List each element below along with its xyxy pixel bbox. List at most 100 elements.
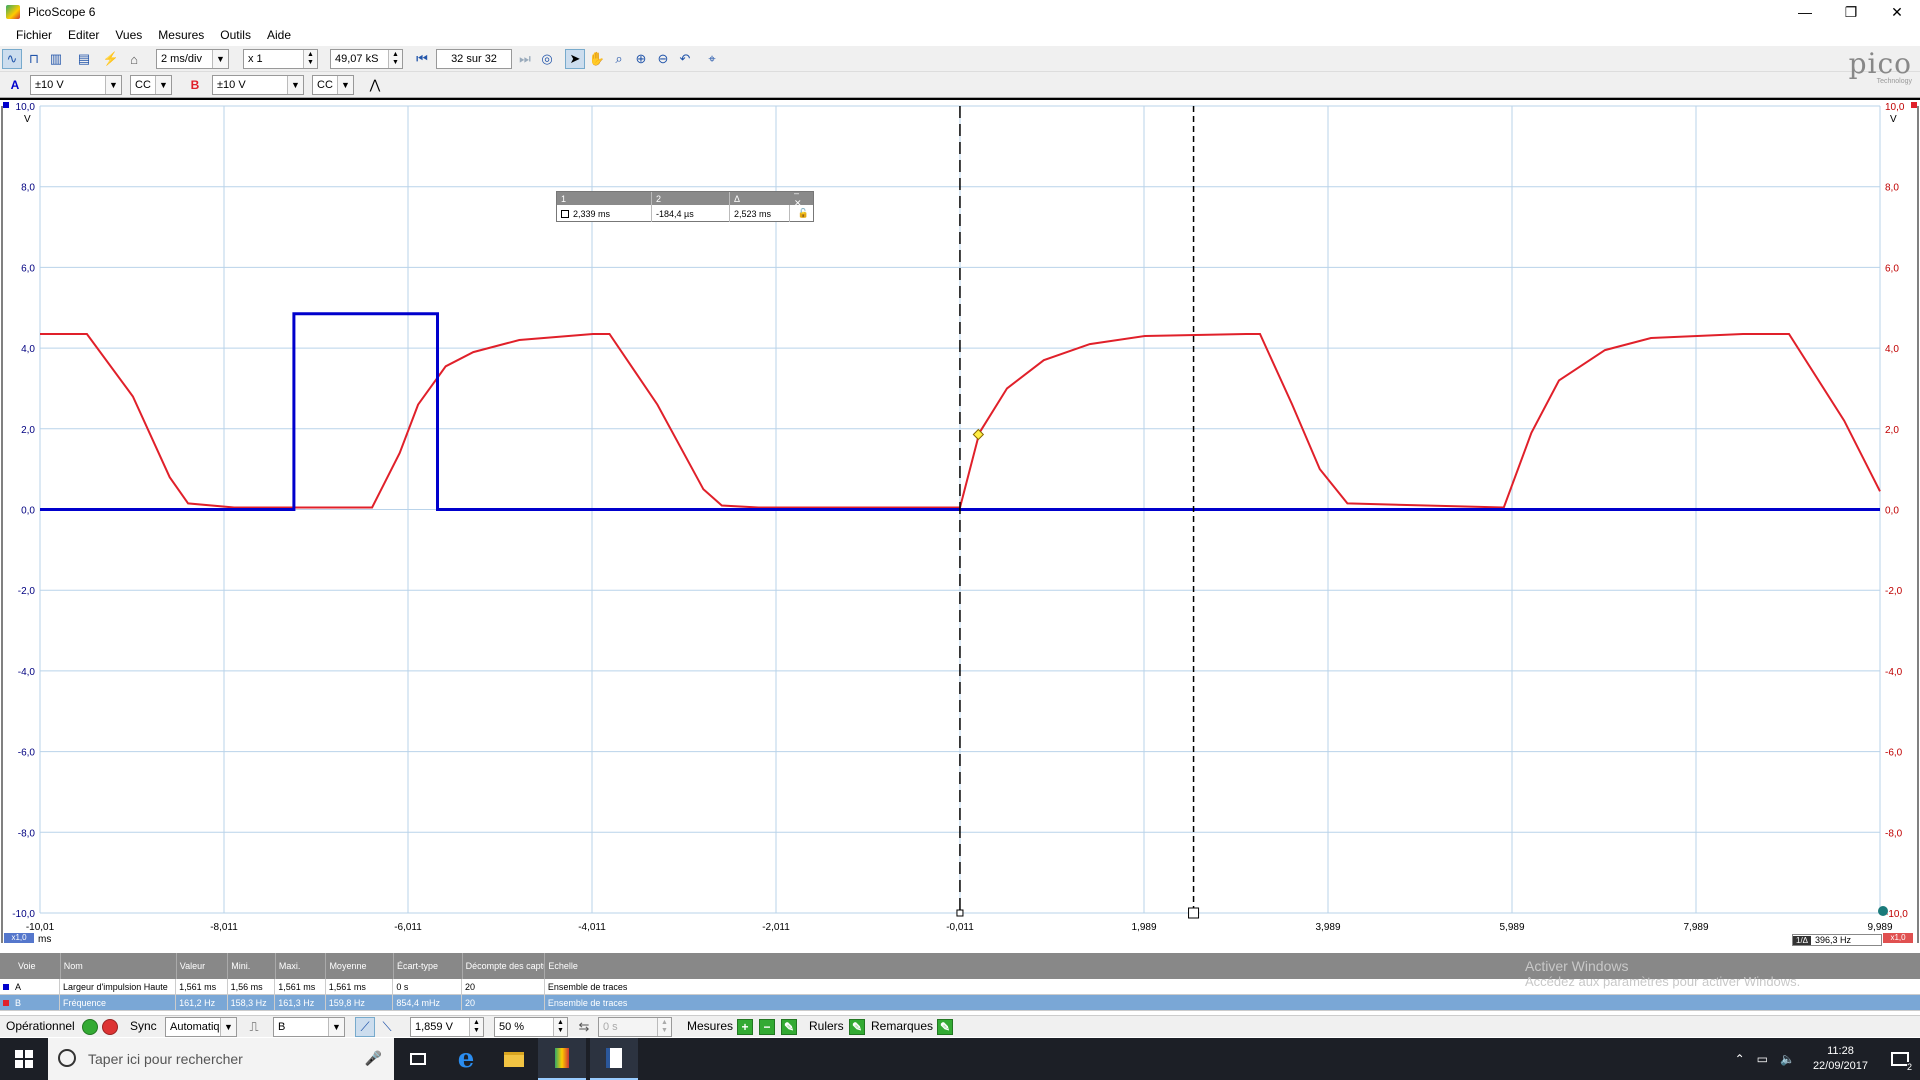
microphone-icon: 🎤 (364, 1050, 382, 1066)
spin-arrows-icon[interactable]: ▲ ▼ (303, 50, 317, 68)
trigger-settings-icon[interactable]: ⎍ (244, 1017, 264, 1037)
channel-options-icon[interactable]: ⋀ (365, 75, 385, 95)
x-tick-label: 7,989 (1683, 922, 1708, 933)
spectrum-alt-icon[interactable]: ▤ (74, 49, 94, 69)
chevron-down-icon[interactable]: ▼ (212, 50, 228, 68)
picoscope-taskbar-icon[interactable] (538, 1038, 586, 1080)
zoom-out-icon[interactable]: ⊖ (653, 49, 673, 69)
zoom-fit-icon[interactable]: ⌖ (702, 49, 722, 69)
spin-arrows-icon[interactable]: ▲ ▼ (388, 50, 402, 68)
trigger-channel-select[interactable]: B ▼ (273, 1017, 345, 1037)
tooltip-close-icon[interactable]: – ✕ (790, 188, 812, 208)
remove-measure-button[interactable]: − (759, 1019, 775, 1035)
delay-field[interactable]: 0 s ▲ ▼ (598, 1017, 672, 1037)
ruler-2-handle (1188, 907, 1200, 919)
scope-view[interactable]: 10,0 8,0 6,0 4,0 2,0 0,0 -2,0 -4,0 -6,0 -8,0 -10,0… (0, 98, 1920, 953)
taskbar-search-box[interactable]: Taper ici pour rechercher 🎤 (48, 1038, 394, 1080)
chevron-down-icon[interactable]: ▼ (220, 1018, 236, 1036)
volume-icon[interactable]: 🔈 (1780, 1052, 1795, 1066)
home-icon[interactable]: ⌂ (124, 49, 144, 69)
chevron-down-icon[interactable]: ▼ (287, 76, 303, 94)
chevron-down-icon[interactable]: ▼ (328, 1018, 344, 1036)
delay-icon[interactable]: ⇆ (574, 1017, 594, 1037)
trigger-level-field[interactable]: 1,859 V ▲ ▼ (410, 1017, 484, 1037)
notes-button[interactable]: ✎ (937, 1019, 953, 1035)
auto-setup-icon[interactable]: ⚡ (101, 49, 121, 69)
y-tick-label-left: 4,0 (21, 344, 35, 355)
menu-editer[interactable]: Editer (60, 24, 107, 46)
timebase-select[interactable]: 2 ms/div ▼ (156, 49, 229, 69)
ruler-2-header: 2 (652, 192, 730, 205)
menu-mesures[interactable]: Mesures (150, 24, 212, 46)
x-scale-badge[interactable]: x1,0 (4, 933, 34, 943)
undo-zoom-icon[interactable]: ↶ (675, 49, 695, 69)
ruler-square-icon (561, 209, 569, 218)
y-tick-label-left: 10,0 (16, 102, 36, 113)
right-axis-unit: V (1890, 114, 1897, 125)
right-scale-badge[interactable]: x1,0 (1883, 933, 1913, 943)
sync-label: Sync (130, 1019, 157, 1033)
rulers-button[interactable]: ✎ (849, 1019, 865, 1035)
channel-a-range-select[interactable]: ±10 V ▼ (30, 75, 122, 95)
next-capture-icon[interactable]: ⏭ (515, 49, 535, 69)
status-label: Opérationnel (6, 1019, 75, 1033)
measures-label: Mesures (687, 1019, 734, 1033)
table-row[interactable]: B Fréquence 161,2 Hz 158,3 Hz 161,3 Hz 1… (0, 995, 1920, 1011)
stop-capture-button[interactable] (102, 1019, 118, 1035)
add-measure-button[interactable]: + (737, 1019, 753, 1035)
menu-aide[interactable]: Aide (259, 24, 299, 46)
sync-mode-select[interactable]: Automatiq ▼ (165, 1017, 237, 1037)
chevron-up-icon[interactable]: ⌃ (1735, 1052, 1745, 1066)
file-explorer-icon[interactable] (490, 1038, 538, 1080)
minimize-button[interactable]: — (1782, 0, 1828, 24)
y-tick-label-right: 4,0 (1885, 344, 1899, 355)
channel-a-coupling-select[interactable]: CC ▼ (130, 75, 172, 95)
start-capture-button[interactable] (82, 1019, 98, 1035)
pretrigger-field[interactable]: 50 % ▲ ▼ (494, 1017, 568, 1037)
lock-icon[interactable]: 🔓 (790, 205, 812, 222)
document-icon[interactable] (590, 1038, 638, 1080)
freq-badge: 1/Δ (1793, 935, 1812, 945)
y-tick-label-left: 2,0 (21, 425, 35, 436)
chevron-down-icon[interactable]: ▼ (337, 76, 353, 94)
pointer-icon[interactable]: ➤ (565, 49, 585, 69)
spin-arrows-icon[interactable]: ▲ ▼ (553, 1018, 567, 1036)
first-capture-icon[interactable]: ⏮ (412, 49, 432, 69)
menu-vues[interactable]: Vues (107, 24, 150, 46)
menu-fichier[interactable]: Fichier (8, 24, 60, 46)
hand-icon[interactable]: ✋ (587, 49, 607, 69)
scope-graph[interactable]: 10,08,06,04,02,00,0-2,0-4,0-6,0-8,0-10,0… (0, 98, 1920, 953)
spin-arrows-icon[interactable]: ▲ ▼ (657, 1018, 671, 1036)
channel-b-label[interactable]: B (184, 75, 206, 95)
ruler-measure-tooltip[interactable]: 1 2 Δ – ✕ 2,339 ms -184,4 µs 2,523 ms 🔓 (556, 188, 814, 222)
clock[interactable]: 11:28 22/09/2017 (1813, 1044, 1868, 1074)
persistence-mode-icon[interactable]: ⊓ (24, 49, 44, 69)
notifications-icon[interactable]: 2 (1880, 1038, 1920, 1080)
channel-b-range-select[interactable]: ±10 V ▼ (212, 75, 304, 95)
zoom-in-icon[interactable]: ⊕ (631, 49, 651, 69)
falling-edge-icon[interactable]: ⟍ (377, 1017, 397, 1037)
task-view-icon[interactable] (394, 1038, 442, 1080)
chevron-down-icon[interactable]: ▼ (155, 76, 171, 94)
samples-field[interactable]: 49,07 kS ▲ ▼ (330, 49, 403, 69)
x-tick-label: 1,989 (1131, 922, 1156, 933)
edit-measure-button[interactable]: ✎ (781, 1019, 797, 1035)
channel-b-coupling-select[interactable]: CC ▼ (312, 75, 354, 95)
zoom-icon[interactable]: ⌕ (609, 49, 629, 69)
y-tick-label-right: -8,0 (1885, 828, 1903, 839)
scope-mode-icon[interactable]: ∿ (2, 49, 22, 69)
edge-icon[interactable]: e (442, 1038, 490, 1080)
channel-a-label[interactable]: A (4, 75, 26, 95)
spin-arrows-icon[interactable]: ▲ ▼ (469, 1018, 483, 1036)
spectrum-mode-icon[interactable]: ▥ (46, 49, 66, 69)
windows-start-icon[interactable] (0, 1038, 48, 1080)
close-button[interactable]: ✕ (1874, 0, 1920, 24)
capture-nav-field[interactable]: 32 sur 32 (436, 49, 512, 69)
restore-button[interactable]: ❐ (1828, 0, 1874, 24)
menu-outils[interactable]: Outils (212, 24, 259, 46)
compass-icon[interactable]: ◎ (537, 49, 557, 69)
chevron-down-icon[interactable]: ▼ (105, 76, 121, 94)
zoom-field[interactable]: x 1 ▲ ▼ (243, 49, 318, 69)
rising-edge-icon[interactable]: ⟋ (355, 1017, 375, 1037)
network-icon[interactable]: ▭ (1757, 1052, 1768, 1066)
